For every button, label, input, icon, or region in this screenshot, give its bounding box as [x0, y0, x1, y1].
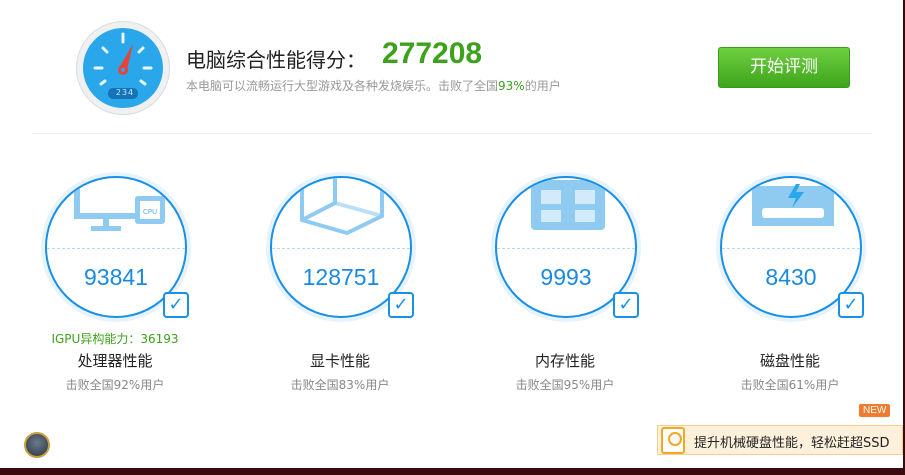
- divider: [32, 133, 872, 134]
- checked-checkbox[interactable]: ✓: [613, 292, 639, 318]
- dashed-line: [497, 248, 635, 249]
- cpu-score: 93841: [84, 264, 148, 290]
- benchmark-window: 234 电脑综合性能得分： 277208 本电脑可以流畅运行大型游戏及各种发烧娱…: [0, 0, 903, 468]
- summary-text: 本电脑可以流畅运行大型游戏及各种发烧娱乐。击败了全国: [186, 79, 499, 93]
- checked-checkbox[interactable]: ✓: [163, 292, 189, 318]
- gpu-cube-icon: [300, 178, 384, 236]
- new-badge: NEW: [859, 404, 891, 417]
- summary-suffix: 的用户: [524, 79, 561, 93]
- speedometer-icon: 234: [76, 21, 170, 115]
- game-avatar-icon[interactable]: [24, 432, 50, 458]
- promo-text: 提升机械硬盘性能，轻松赶超SSD: [694, 436, 890, 451]
- score-title: 电脑综合性能得分：: [186, 48, 366, 72]
- card-beat-text: 击败全国95%用户: [515, 378, 615, 392]
- disk-score: 8430: [765, 264, 817, 290]
- svg-text:CPU: CPU: [143, 208, 157, 216]
- checked-checkbox[interactable]: ✓: [388, 292, 414, 318]
- memory-chip-icon: [531, 180, 605, 230]
- card-title: 处理器性能: [77, 352, 153, 370]
- checked-checkbox[interactable]: ✓: [838, 292, 864, 318]
- card-beat-text: 击败全国61%用户: [740, 378, 840, 392]
- card-beat-text: 击败全国83%用户: [290, 378, 390, 392]
- hard-disk-icon: [661, 427, 685, 454]
- total-score: 277208: [382, 37, 483, 70]
- summary-percent: 93%: [498, 79, 525, 93]
- igpu-score: IGPU异构能力：36193: [51, 332, 179, 346]
- card-beat-text: 击败全国92%用户: [65, 378, 165, 392]
- start-benchmark-button[interactable]: 开始评测: [718, 47, 850, 88]
- cpu-monitor-icon: CPU: [74, 178, 165, 231]
- dashed-line: [272, 248, 410, 249]
- dashed-line: [47, 248, 185, 249]
- disk-icon: [752, 184, 834, 226]
- card-title: 磁盘性能: [759, 352, 820, 370]
- memory-score: 9993: [540, 264, 592, 290]
- card-title: 内存性能: [534, 352, 595, 370]
- card-title: 显卡性能: [309, 352, 370, 370]
- gpu-score: 128751: [302, 264, 380, 290]
- gauge-readout: 234: [115, 88, 135, 97]
- score-summary: 本电脑可以流畅运行大型游戏及各种发烧娱乐。击败了全国93%的用户: [186, 77, 561, 94]
- ssd-promo-button[interactable]: 提升机械硬盘性能，轻松赶超SSD: [657, 425, 903, 455]
- dashed-line: [722, 248, 860, 249]
